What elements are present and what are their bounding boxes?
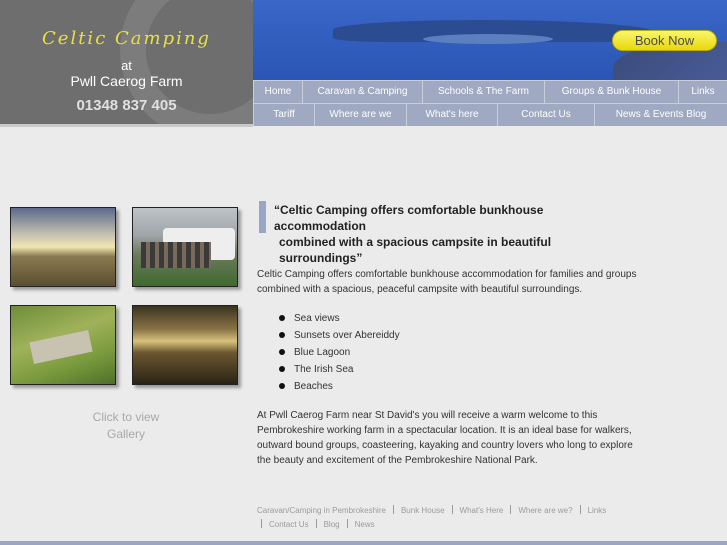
list-item: Blue Lagoon (279, 344, 400, 361)
bullet-icon (279, 383, 285, 389)
banner-island (423, 34, 553, 44)
list-item: Sea views (279, 310, 400, 327)
nav-links[interactable]: Links (678, 80, 727, 103)
footer-link-contact-us[interactable]: Contact Us (269, 520, 309, 529)
farm-buildings-shape (29, 330, 93, 364)
footer-separator (392, 505, 394, 514)
footer-links: Caravan/Camping in Pembrokeshire Bunk Hou… (257, 504, 647, 532)
gallery-thumb-sunset-sea[interactable] (132, 305, 238, 385)
footer-separator (451, 505, 453, 514)
nav-contact-us[interactable]: Contact Us (497, 103, 594, 126)
bullet-icon (279, 366, 285, 372)
footer-link-blog[interactable]: Blog (324, 520, 340, 529)
list-item: Beaches (279, 378, 400, 395)
group-people-shape (141, 242, 211, 268)
main-nav-primary: Home Caravan & Camping Schools & The Far… (253, 80, 727, 103)
nav-schools-farm[interactable]: Schools & The Farm (422, 80, 544, 103)
feature-label: Sunsets over Abereiddy (294, 330, 400, 341)
bullet-icon (279, 315, 285, 321)
list-item: Sunsets over Abereiddy (279, 327, 400, 344)
main-nav-secondary: Tariff Where are we What's here Contact … (253, 103, 727, 126)
site-logo[interactable]: Celtic Camping at Pwll Caerog Farm 01348… (0, 0, 253, 127)
logo-farm-name: Pwll Caerog Farm (70, 73, 183, 89)
feature-label: The Irish Sea (294, 364, 354, 375)
intro-quote: “Celtic Camping offers comfortable bunkh… (274, 202, 614, 266)
quote-bar-decoration (259, 201, 266, 233)
footer-separator (346, 519, 348, 528)
nav-news-events-blog[interactable]: News & Events Blog (594, 103, 727, 126)
welcome-paragraph: At Pwll Caerog Farm near St David's you … (257, 410, 633, 466)
footer-link-caravan-camping[interactable]: Caravan/Camping in Pembrokeshire (257, 506, 386, 515)
feature-label: Sea views (294, 313, 340, 324)
feature-label: Blue Lagoon (294, 347, 351, 358)
footer-separator (315, 519, 317, 528)
bullet-icon (279, 349, 285, 355)
quote-line-1: “Celtic Camping offers comfortable bunkh… (274, 203, 544, 233)
logo-at: at (121, 58, 132, 73)
list-item: The Irish Sea (279, 361, 400, 378)
bullet-icon (279, 332, 285, 338)
nav-whats-here[interactable]: What's here (406, 103, 497, 126)
footer-link-news[interactable]: News (355, 520, 375, 529)
gallery-thumb-group-minibus[interactable] (132, 207, 238, 287)
quote-line-2: combined with a spacious campsite in bea… (279, 235, 552, 265)
footer-link-whats-here[interactable]: What's Here (460, 506, 504, 515)
footer-separator (579, 505, 581, 514)
footer-link-where-are-we[interactable]: Where are we? (518, 506, 572, 515)
footer-separator (510, 505, 512, 514)
nav-caravan-camping[interactable]: Caravan & Camping (302, 80, 422, 103)
feature-label: Beaches (294, 381, 333, 392)
nav-home[interactable]: Home (253, 80, 302, 103)
gallery-thumb-aerial-farm[interactable] (10, 305, 116, 385)
intro-paragraph: Celtic Camping offers comfortable bunkho… (257, 269, 637, 295)
footer-separator (261, 519, 262, 528)
gallery-link-line1: Click to view (92, 410, 160, 424)
features-list: Sea views Sunsets over Abereiddy Blue La… (279, 310, 400, 395)
book-now-button[interactable]: Book Now (612, 30, 717, 51)
page: Celtic Camping at Pwll Caerog Farm 01348… (0, 0, 727, 545)
gallery-link[interactable]: Click to view Gallery (60, 409, 192, 443)
footer-bar (0, 541, 727, 545)
gallery-thumb-sunset-field[interactable] (10, 207, 116, 287)
gallery-link-line2: Gallery (106, 427, 145, 441)
logo-phone: 01348 837 405 (76, 97, 177, 114)
logo-title: Celtic Camping (42, 28, 211, 49)
nav-groups-bunk-house[interactable]: Groups & Bunk House (544, 80, 678, 103)
nav-where-are-we[interactable]: Where are we (314, 103, 406, 126)
footer-link-bunk-house[interactable]: Bunk House (401, 506, 445, 515)
nav-tariff[interactable]: Tariff (253, 103, 314, 126)
footer-link-links[interactable]: Links (588, 506, 607, 515)
